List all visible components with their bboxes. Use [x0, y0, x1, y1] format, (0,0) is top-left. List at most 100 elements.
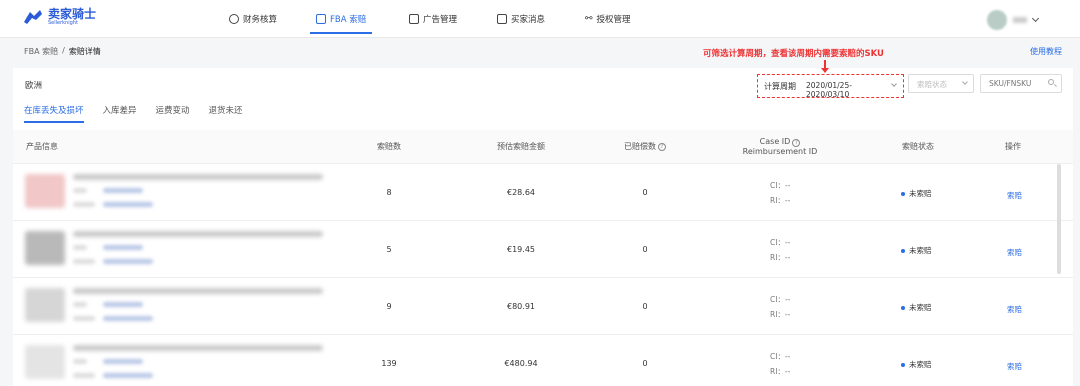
- product-tag-blurred: [73, 259, 95, 264]
- region-label: 欧洲: [25, 81, 43, 91]
- nav-ads[interactable]: 广告管理: [409, 0, 457, 38]
- reimbursement-id-value: RI：--: [770, 196, 791, 205]
- product-title-blurred: [73, 345, 323, 351]
- table-row: 9 €80.91 0 CI：-- RI：-- 未索赔 索赔: [13, 278, 1073, 335]
- status-dot-icon: [901, 248, 905, 253]
- col-reimbursement-id: Reimbursement ID: [742, 147, 818, 156]
- table-row: 139 €480.94 0 CI：-- RI：-- 未索赔 索赔: [13, 335, 1073, 386]
- breadcrumb-parent[interactable]: FBA 索赔: [24, 46, 58, 57]
- reimbursement-id-value: RI：--: [770, 367, 791, 376]
- search-icon[interactable]: [1048, 79, 1054, 85]
- product-title-blurred: [73, 231, 323, 237]
- status-text: 未索赔: [909, 189, 932, 198]
- paid-count: 0: [642, 302, 648, 311]
- nav-label: 财务核算: [243, 15, 278, 25]
- claim-button[interactable]: 索赔: [1007, 304, 1022, 315]
- claim-button[interactable]: 索赔: [1007, 361, 1022, 372]
- claim-box-icon: [316, 14, 326, 24]
- nav-label: FBA 索赔: [330, 15, 367, 25]
- annotation-arrow-icon: [821, 60, 829, 73]
- status-dot-icon: [901, 362, 905, 367]
- breadcrumb: FBA 索赔 / 索赔详情: [24, 46, 101, 57]
- status-placeholder: 索赔状态: [917, 80, 947, 89]
- product-tag-blurred: [73, 245, 87, 250]
- user-menu[interactable]: [987, 10, 1040, 30]
- paid-count: 0: [642, 188, 648, 197]
- status-badge: 未索赔: [901, 359, 932, 370]
- status-text: 未索赔: [909, 246, 932, 255]
- nav-fba-claim[interactable]: FBA 索赔: [309, 0, 373, 38]
- product-tag-blurred: [73, 188, 87, 193]
- breadcrumb-separator: /: [62, 46, 65, 55]
- tab-inventory-lost[interactable]: 在库丢失及损坏: [24, 104, 84, 123]
- brand-name: 卖家骑士: [48, 7, 97, 21]
- status-dot-icon: [901, 305, 905, 310]
- estimated-amount: €80.91: [507, 302, 535, 311]
- status-select[interactable]: 索赔状态: [908, 74, 974, 93]
- product-tag-blurred: [73, 373, 95, 378]
- help-circle-icon[interactable]: ?: [792, 138, 801, 147]
- nav-authorization[interactable]: ⚯ 授权管理: [585, 0, 631, 38]
- col-paid: 已赔偿数?: [605, 130, 685, 164]
- sku-link-blurred[interactable]: [103, 316, 153, 321]
- period-select[interactable]: 2020/01/25-2020/03/10: [800, 78, 900, 99]
- period-filter-highlight: 计算周期 2020/01/25-2020/03/10: [757, 74, 904, 99]
- estimated-amount: €19.45: [507, 245, 535, 254]
- case-ids: CI：-- RI：--: [770, 237, 790, 263]
- nav-finance[interactable]: 财务核算: [229, 0, 277, 38]
- chevron-down-icon: [1031, 14, 1040, 23]
- avatar: [987, 10, 1007, 30]
- asin-link-blurred[interactable]: [103, 188, 143, 193]
- table-header: 产品信息 索赔数 预估索赔金额 已赔偿数? Case ID? Reimburse…: [13, 130, 1073, 164]
- estimated-amount: €480.94: [504, 359, 538, 368]
- product-thumbnail: [25, 174, 65, 208]
- help-link[interactable]: 使用教程: [1030, 46, 1062, 57]
- paid-count: 0: [642, 359, 648, 368]
- product-tag-blurred: [73, 316, 95, 321]
- estimated-amount: €28.64: [507, 188, 535, 197]
- annotation-text: 可筛选计算周期，查看该周期内需要索赔的SKU: [703, 49, 884, 59]
- asin-link-blurred[interactable]: [103, 245, 143, 250]
- ad-icon: [409, 14, 419, 24]
- claim-count: 9: [386, 302, 392, 311]
- help-circle-icon[interactable]: ?: [658, 143, 666, 151]
- sku-link-blurred[interactable]: [103, 373, 153, 378]
- table-scrollbar[interactable]: [1057, 164, 1061, 274]
- sku-link-blurred[interactable]: [103, 259, 153, 264]
- tab-inbound-diff[interactable]: 入库差异: [103, 104, 137, 116]
- nav-buyer-messages[interactable]: 买家消息: [497, 0, 545, 38]
- product-thumbnail: [25, 345, 65, 379]
- claim-type-tabs: 在库丢失及损坏 入库差异 运费变动 退货未还: [24, 104, 243, 123]
- sku-link-blurred[interactable]: [103, 202, 153, 207]
- status-dot-icon: [901, 191, 905, 196]
- case-id-value: CI：--: [770, 181, 791, 190]
- case-ids: CI：-- RI：--: [770, 294, 790, 320]
- case-ids: CI：-- RI：--: [770, 180, 790, 206]
- paid-count: 0: [642, 245, 648, 254]
- col-action: 操作: [1005, 141, 1021, 151]
- asin-link-blurred[interactable]: [103, 302, 143, 307]
- brand-tagline: Sellerknight: [48, 20, 78, 26]
- col-product: 产品信息: [26, 141, 58, 151]
- nav-label: 买家消息: [511, 15, 546, 25]
- status-badge: 未索赔: [901, 188, 932, 199]
- col-case-id: Case ID? Reimbursement ID: [725, 130, 835, 164]
- product-tag-blurred: [73, 302, 87, 307]
- status-badge: 未索赔: [901, 302, 932, 313]
- brand-logo[interactable]: 卖家骑士 Sellerknight: [22, 8, 96, 26]
- user-name-blurred: [1013, 17, 1027, 23]
- product-tag-blurred: [73, 359, 87, 364]
- case-ids: CI：-- RI：--: [770, 351, 790, 377]
- claim-count: 8: [386, 188, 392, 197]
- claim-detail-panel: 可筛选计算周期，查看该周期内需要索赔的SKU 欧洲 在库丢失及损坏 入库差异 运…: [13, 49, 1073, 386]
- claim-button[interactable]: 索赔: [1007, 190, 1022, 201]
- product-title-blurred: [73, 174, 323, 180]
- tab-fee-change[interactable]: 运费变动: [156, 104, 190, 116]
- asin-link-blurred[interactable]: [103, 359, 143, 364]
- claim-count: 139: [381, 359, 397, 368]
- status-text: 未索赔: [909, 360, 932, 369]
- message-icon: [497, 14, 507, 24]
- knight-logo-icon: [24, 10, 42, 24]
- claim-button[interactable]: 索赔: [1007, 247, 1022, 258]
- tab-return-missing[interactable]: 退货未还: [209, 104, 243, 116]
